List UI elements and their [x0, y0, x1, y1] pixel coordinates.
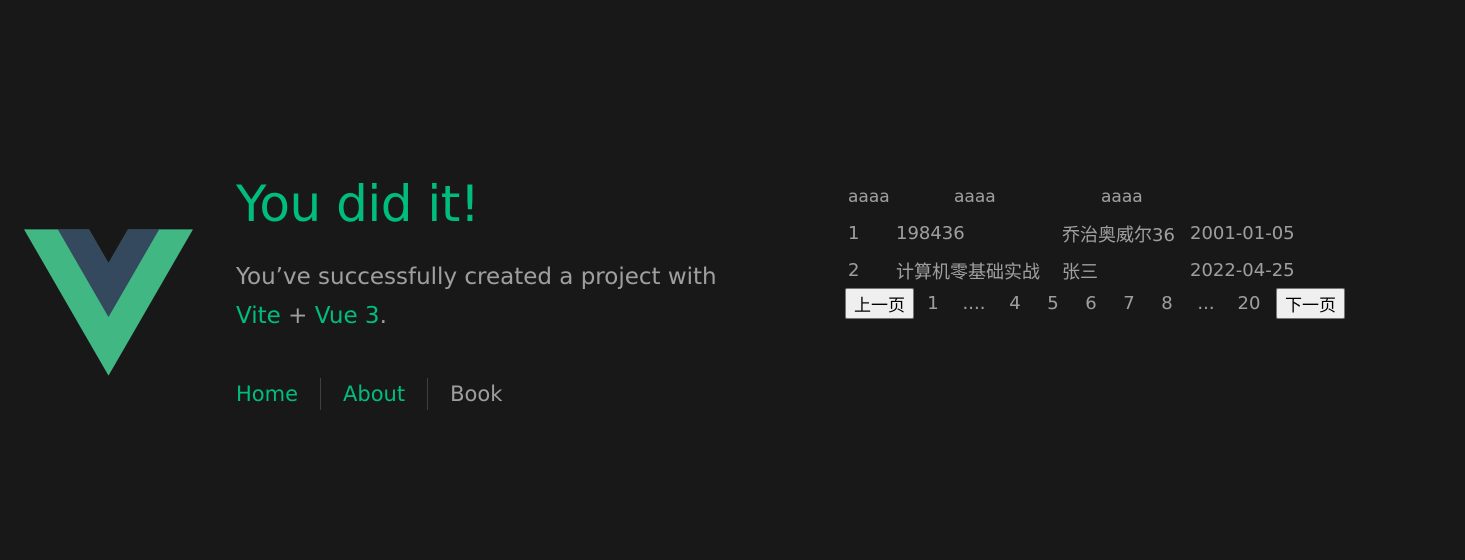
column-header: aaaa — [848, 186, 890, 207]
page-item[interactable]: 4 — [996, 293, 1034, 314]
table-header-row: aaaa aaaa aaaa — [846, 178, 1300, 215]
hero: You did it! You’ve successfully created … — [236, 172, 736, 336]
table-cell: 2 — [848, 260, 860, 281]
main-nav: Home About Book — [236, 378, 524, 410]
table-cell: 张三 — [1062, 261, 1098, 283]
vite-link[interactable]: Vite — [236, 303, 281, 329]
table-row: 1 198436 乔治奥威尔36 2001-01-05 — [846, 215, 1300, 252]
period: . — [379, 303, 387, 329]
page-item[interactable]: 20 — [1226, 293, 1272, 314]
table-cell: 1 — [848, 223, 860, 244]
vue-logo — [24, 229, 193, 376]
prev-page-button[interactable]: 上一页 — [845, 288, 914, 319]
hero-subtitle: You’ve successfully created a project wi… — [236, 258, 736, 336]
table-cell: 2022-04-25 — [1190, 260, 1295, 281]
pagination: 上一页 1 .... 4 5 6 7 8 ... 20 下一页 — [845, 288, 1345, 319]
book-table: aaaa aaaa aaaa 1 198436 乔治奥威尔36 2001-01-… — [846, 178, 1300, 289]
page-item[interactable]: 7 — [1110, 293, 1148, 314]
page-ellipsis[interactable]: .... — [952, 293, 996, 314]
table-cell: 计算机零基础实战 — [896, 261, 1040, 283]
column-header: aaaa — [1101, 186, 1143, 207]
page-ellipsis[interactable]: ... — [1186, 293, 1226, 314]
column-header: aaaa — [954, 186, 996, 207]
table-row: 2 计算机零基础实战 张三 2022-04-25 — [846, 252, 1300, 289]
nav-about[interactable]: About — [320, 378, 427, 410]
plus-sign: + — [288, 303, 308, 329]
page-item[interactable]: 5 — [1034, 293, 1072, 314]
page-item[interactable]: 1 — [914, 293, 952, 314]
nav-home[interactable]: Home — [236, 378, 320, 410]
next-page-button[interactable]: 下一页 — [1276, 288, 1345, 319]
nav-book[interactable]: Book — [427, 378, 524, 410]
table-cell: 乔治奥威尔36 — [1062, 224, 1175, 246]
table-cell: 198436 — [896, 223, 965, 244]
vue-link[interactable]: Vue 3 — [315, 303, 380, 329]
subtitle-text: You’ve successfully created a project wi… — [236, 264, 717, 290]
table-cell: 2001-01-05 — [1190, 223, 1295, 244]
page-title: You did it! — [236, 175, 480, 233]
page-item[interactable]: 8 — [1148, 293, 1186, 314]
page-item[interactable]: 6 — [1072, 293, 1110, 314]
